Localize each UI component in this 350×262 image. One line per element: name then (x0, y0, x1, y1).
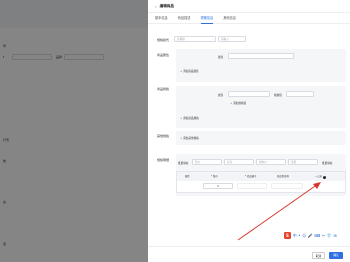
ime-toolbar: S 中 • ☺ 🎤 ⌨ ✂ 👕 ⊞ (284, 231, 346, 239)
back-icon[interactable]: ‹ (155, 4, 157, 9)
batch-cost-input[interactable]: 成本价 (256, 159, 286, 165)
cancel-button[interactable]: 取消 (312, 252, 325, 259)
price-cell-input[interactable]: 0 (203, 183, 233, 189)
drawer-body: 规格模式 多规格 ⌄ 请输入 商品属性 属性 +添加商品属性 商品规格 属性 规… (148, 24, 350, 246)
batch-fill-button[interactable]: 批量填充 (322, 161, 332, 165)
spec-details-label: 规格明细 (157, 158, 170, 162)
drawer-title: 编辑商品 (159, 3, 174, 8)
batch-price-placeholder: 售价 (195, 161, 201, 164)
scissors-icon[interactable]: ✂ (322, 232, 325, 239)
spec-mode-select[interactable]: 多规格 ⌄ (174, 36, 216, 42)
drawer-header: ‹ 编辑商品 (148, 0, 350, 13)
add-spec-link[interactable]: +添加商品规格 (180, 116, 199, 120)
code-cell-input[interactable] (237, 183, 267, 189)
tab-bar: 基本信息 商品描述 规格信息 其他信息 (148, 13, 350, 24)
price-cell-value: 0 (217, 185, 219, 188)
spec-mode-extra-input[interactable]: 请输入 (218, 36, 246, 42)
drawer-footer: 取消 确认 (148, 246, 350, 262)
specs-panel: 属性 规格值 +添加规格值 +添加商品规格 (176, 86, 346, 128)
tab-other-info[interactable]: 其他信息 (223, 13, 236, 24)
product-attributes-label: 商品属性 (157, 53, 170, 57)
chevron-down-icon: ⌄ (211, 38, 214, 41)
add-spec-link-label: 添加商品规格 (183, 117, 199, 120)
attributes-panel: 属性 +添加商品属性 (176, 49, 346, 82)
spec-attr-input[interactable] (228, 91, 270, 97)
sku-table: 属性 * 售价 * 商品编号 商品条形码 一口价 i 0 (176, 171, 346, 193)
batch-price-input[interactable]: 售价 (192, 159, 222, 165)
add-spec-value-link-label: 添加规格值 (233, 102, 247, 105)
add-other-spec-link-label: 添加其他规格 (183, 137, 199, 140)
add-attribute-link-label: 添加商品属性 (183, 70, 199, 73)
col-header-price: * 售价 (211, 175, 218, 178)
batch-stock-input[interactable]: 库存 (224, 159, 254, 165)
batch-weight-placeholder: 重量 (291, 161, 297, 164)
info-icon[interactable]: i (322, 176, 326, 179)
spec-mode-label: 规格模式 (157, 38, 170, 42)
batch-stock-placeholder: 库存 (227, 161, 233, 164)
ime-mode-icon[interactable]: 中 (293, 232, 297, 239)
tab-description[interactable]: 商品描述 (178, 13, 191, 24)
spec-mode-extra-placeholder: 请输入 (221, 38, 229, 41)
plus-icon: + (180, 117, 183, 120)
col-header-barcode: 商品条形码 (277, 175, 289, 178)
col-header-fixed-price: 一口价 i (315, 172, 326, 181)
col-header-attr: 属性 (185, 175, 190, 178)
batch-weight-input[interactable]: 重量 (288, 159, 318, 165)
plus-icon: + (180, 70, 183, 73)
add-other-spec-link[interactable]: +添加其他规格 (180, 136, 199, 140)
spec-mode-value: 多规格 (177, 38, 185, 41)
tab-basic-info[interactable]: 基本信息 (155, 13, 168, 24)
plus-icon: + (230, 102, 233, 105)
keyboard-icon[interactable]: ⌨ (314, 232, 320, 239)
batch-fill-row-label: 批量填充 (178, 162, 189, 165)
microphone-icon[interactable]: 🎤 (308, 232, 313, 239)
add-spec-value-link[interactable]: +添加规格值 (230, 101, 246, 105)
barcode-cell-input[interactable] (271, 183, 303, 189)
grid-icon[interactable]: ⊞ (333, 232, 336, 239)
edit-product-drawer: ‹ 编辑商品 基本信息 商品描述 规格信息 其他信息 规格模式 多规格 ⌄ 请输… (148, 0, 350, 262)
plus-icon: + (180, 137, 183, 140)
skin-icon[interactable]: 👕 (327, 232, 332, 239)
spec-field-label: 属性 (218, 94, 224, 97)
product-specs-label: 商品规格 (157, 87, 170, 91)
emoji-icon[interactable]: ☺ (302, 232, 306, 239)
col-header-fixed-price-label: 一口价 (315, 175, 323, 178)
attr-input[interactable] (228, 53, 294, 59)
other-specs-label: 其他规格 (157, 134, 170, 138)
attr-field-label: 属性 (218, 56, 224, 59)
add-attribute-link[interactable]: +添加商品属性 (180, 69, 199, 73)
tab-spec-info[interactable]: 规格信息 (200, 13, 213, 24)
batch-cost-placeholder: 成本价 (259, 161, 267, 164)
spec-value-label: 规格值 (274, 94, 282, 97)
other-specs-panel: +添加其他规格 (176, 131, 346, 145)
ime-logo-icon[interactable]: S (284, 231, 291, 239)
spec-value-input[interactable] (286, 91, 314, 97)
confirm-button[interactable]: 确认 (329, 252, 343, 259)
ime-punct-icon[interactable]: • (298, 232, 300, 239)
col-header-code: * 商品编号 (245, 175, 257, 178)
